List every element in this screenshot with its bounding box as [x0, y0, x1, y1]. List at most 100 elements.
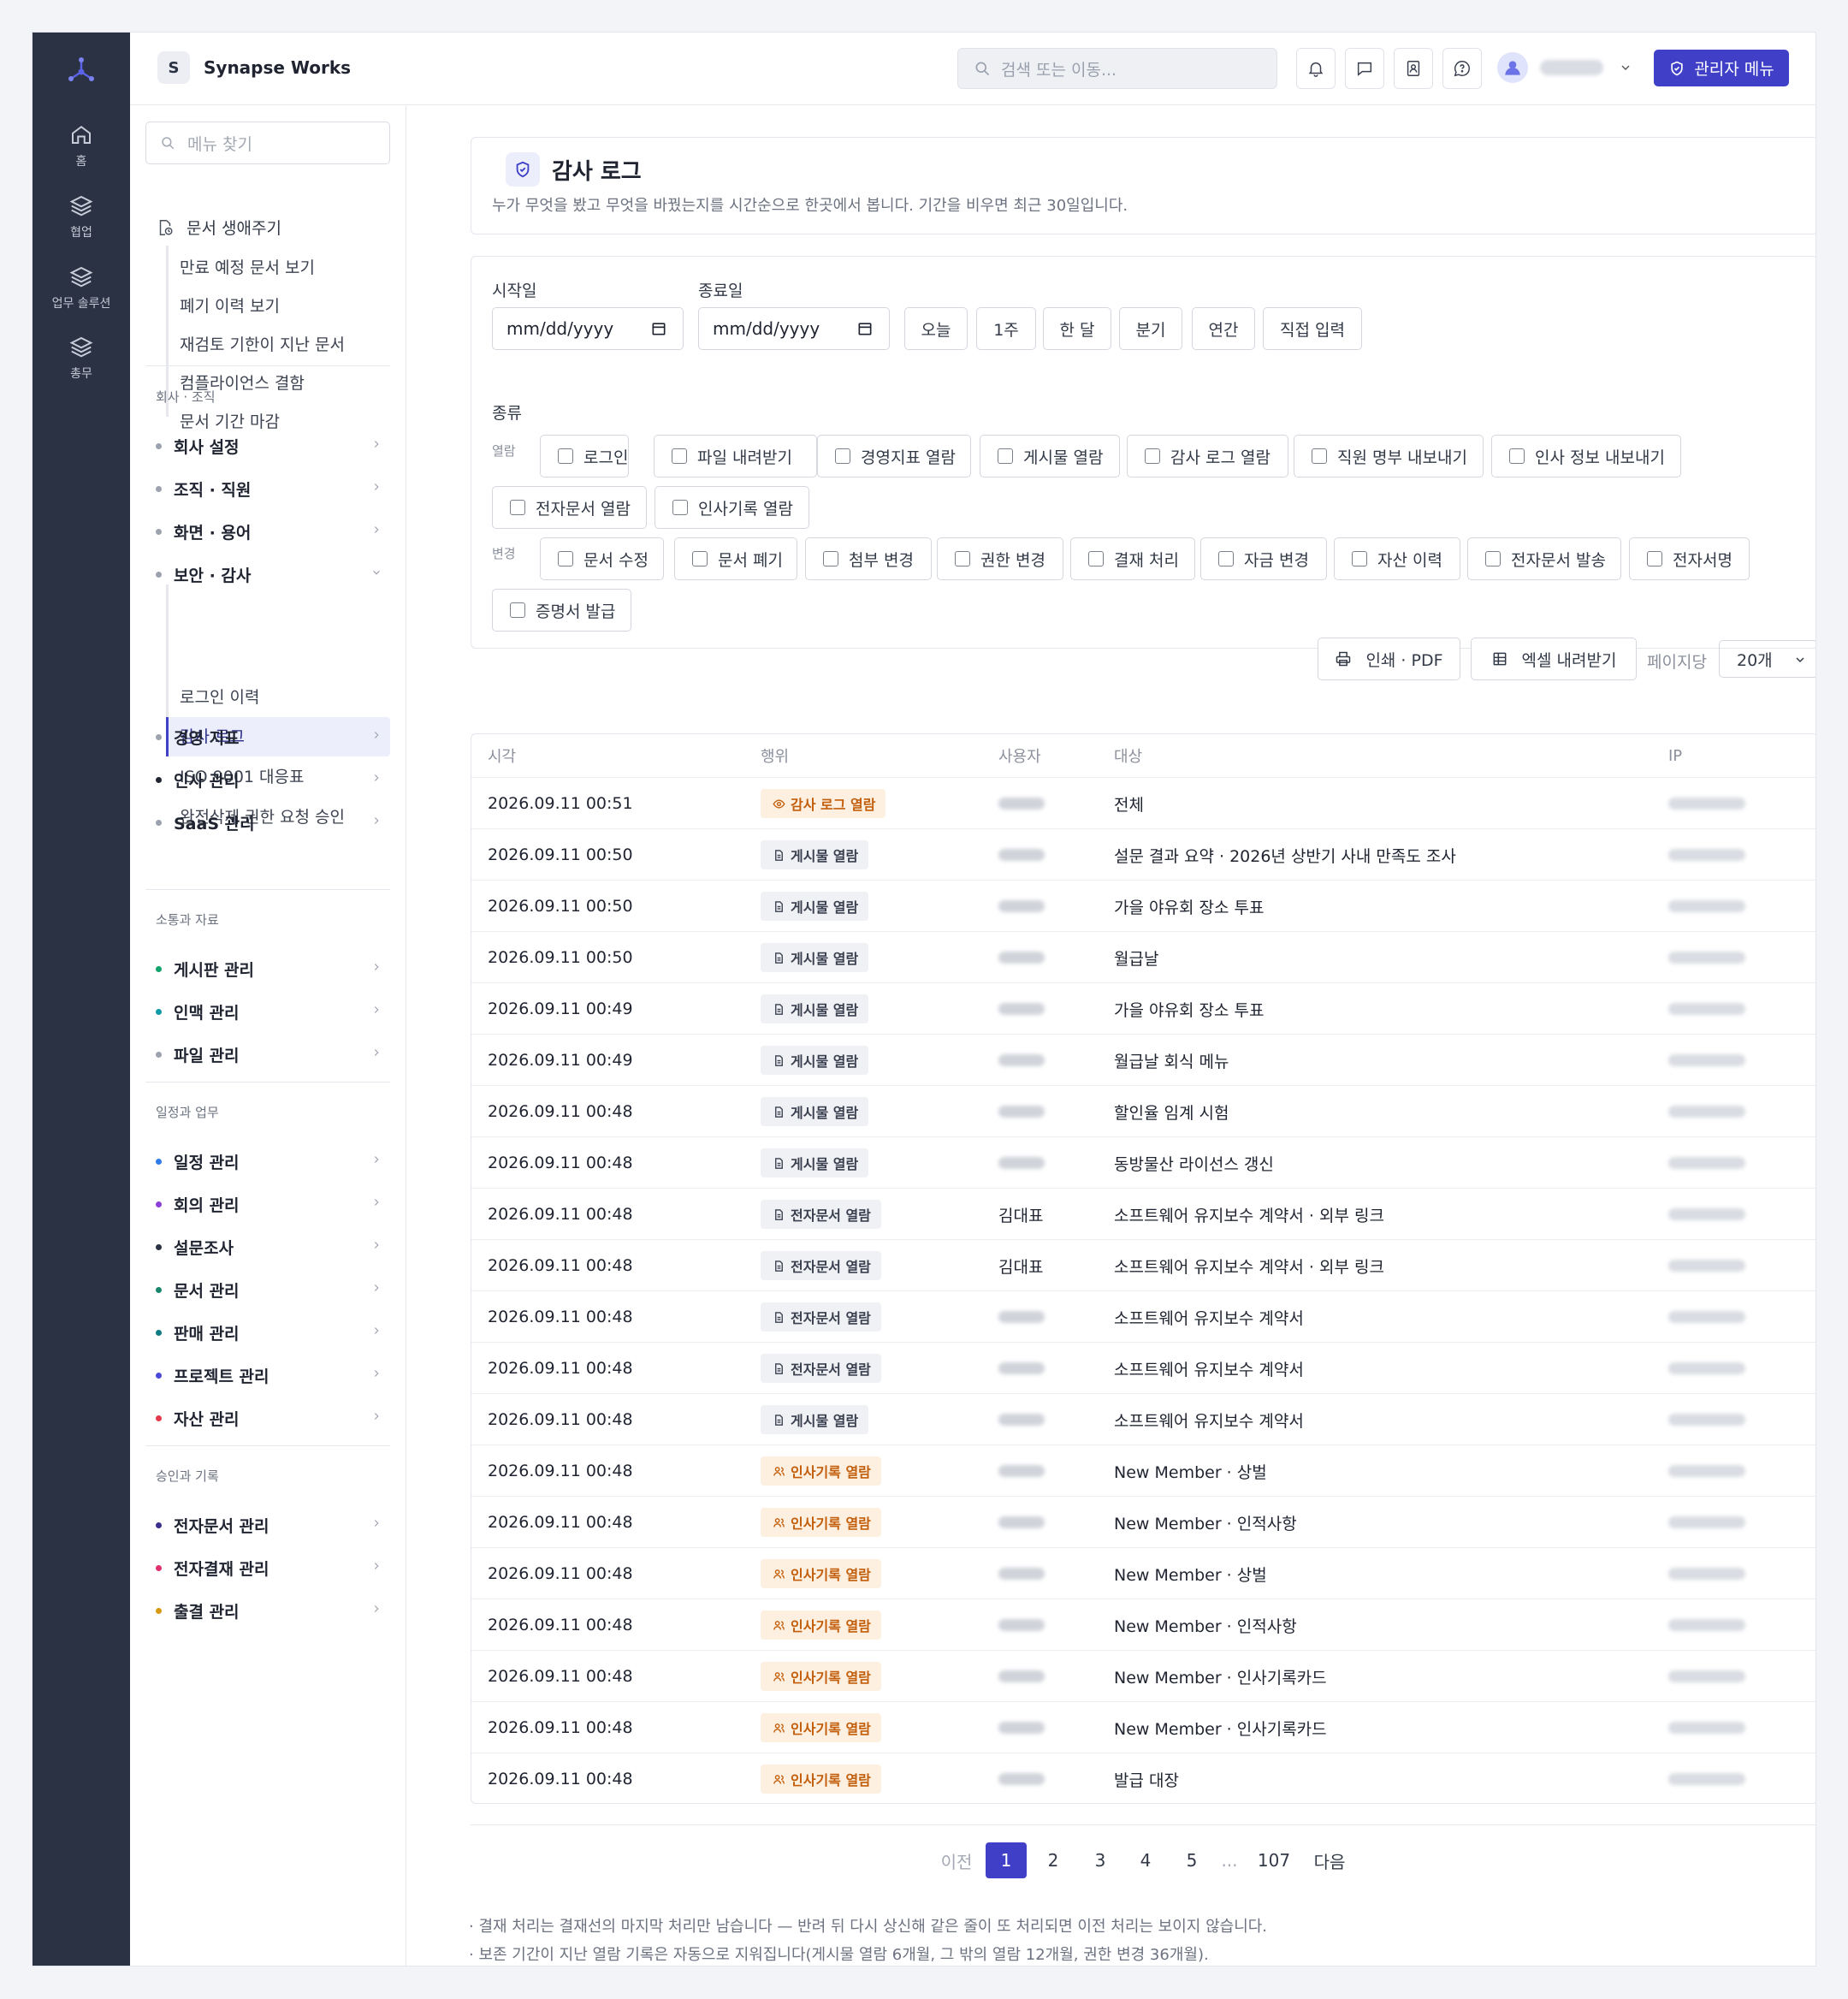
checkbox-box[interactable] — [558, 551, 573, 566]
menu-search-input[interactable]: 메뉴 찾기 — [145, 122, 390, 164]
type-checkbox[interactable]: 권한 변경 — [937, 537, 1063, 580]
next-page-button[interactable]: 다음 — [1304, 1842, 1355, 1878]
type-checkbox[interactable]: 직원 명부 내보내기 — [1294, 435, 1484, 478]
table-row[interactable]: 2026.09.11 00:50 게시물 열람 가을 야유회 장소 투표 — [471, 880, 1815, 931]
sidebar-item[interactable]: 인맥 관리 — [156, 1000, 391, 1023]
checkbox-box[interactable] — [1485, 551, 1501, 566]
checkbox-box[interactable] — [692, 551, 708, 566]
column-header-ip[interactable]: IP — [1668, 734, 1682, 777]
checkbox-box[interactable] — [1088, 551, 1104, 566]
sidebar-item[interactable]: 회의 관리 — [156, 1193, 391, 1216]
checkbox-box[interactable] — [1145, 448, 1160, 464]
table-row[interactable]: 2026.09.11 00:48 인사기록 열람 New Member · 인적사항 — [471, 1496, 1815, 1547]
type-checkbox[interactable]: 전자서명 — [1629, 537, 1750, 580]
messages-button[interactable] — [1345, 48, 1384, 89]
start-date-input[interactable]: mm/dd/yyyy — [492, 307, 684, 350]
page-button[interactable]: 4 — [1125, 1842, 1166, 1878]
checkbox-box[interactable] — [1312, 448, 1327, 464]
table-row[interactable]: 2026.09.11 00:48 전자문서 열람 소프트웨어 유지보수 계약서 — [471, 1290, 1815, 1342]
sidebar-item[interactable]: 프로젝트 관리 — [156, 1364, 391, 1387]
type-checkbox[interactable]: 로그인 — [540, 435, 629, 478]
checkbox-box[interactable] — [955, 551, 970, 566]
type-checkbox[interactable]: 문서 폐기 — [674, 537, 797, 580]
table-row[interactable]: 2026.09.11 00:48 인사기록 열람 New Member · 인사기록… — [471, 1701, 1815, 1753]
sidebar-item[interactable]: 경영 지표 — [156, 726, 391, 749]
table-row[interactable]: 2026.09.11 00:48 인사기록 열람 New Member · 상벌 — [471, 1547, 1815, 1599]
checkbox-box[interactable] — [510, 500, 525, 515]
end-date-input[interactable]: mm/dd/yyyy — [698, 307, 890, 350]
checkbox-box[interactable] — [672, 500, 688, 515]
table-row[interactable]: 2026.09.11 00:48 전자문서 열람 김대표 소프트웨어 유지보수 계약서… — [471, 1188, 1815, 1239]
sidebar-item[interactable]: 보안 · 감사 — [156, 563, 391, 586]
sidebar-item[interactable]: 파일 관리 — [156, 1043, 391, 1066]
range-button[interactable]: 오늘 — [904, 307, 968, 350]
admin-menu-button[interactable]: 관리자 메뉴 — [1654, 50, 1789, 86]
sidebar-subitem[interactable]: 재검토 기한이 지난 문서 — [180, 332, 345, 355]
sidebar-item[interactable]: 화면 · 용어 — [156, 520, 391, 543]
table-row[interactable]: 2026.09.11 00:48 인사기록 열람 New Member · 인사기록… — [471, 1650, 1815, 1701]
contacts-button[interactable] — [1394, 48, 1433, 89]
page-button[interactable]: 5 — [1171, 1842, 1212, 1878]
checkbox-box[interactable] — [672, 448, 687, 464]
type-checkbox[interactable]: 감사 로그 열람 — [1127, 435, 1288, 478]
sidebar-item[interactable]: 게시판 관리 — [156, 958, 391, 981]
sidebar-item[interactable]: 회사 설정 — [156, 435, 391, 458]
type-checkbox[interactable]: 경영지표 열람 — [817, 435, 971, 478]
sidebar-item[interactable]: 자산 관리 — [156, 1407, 391, 1430]
table-row[interactable]: 2026.09.11 00:48 인사기록 열람 발급 대장 — [471, 1753, 1815, 1803]
print-pdf-button[interactable]: 인쇄 · PDF — [1318, 638, 1460, 680]
rail-item-solutions[interactable]: 업무 솔루션 — [33, 264, 130, 311]
brand[interactable]: S Synapse Works — [157, 51, 351, 84]
sidebar-item[interactable]: 판매 관리 — [156, 1321, 391, 1344]
range-button[interactable]: 분기 — [1119, 307, 1182, 350]
column-header-action[interactable]: 행위 — [761, 734, 789, 777]
global-search-input[interactable]: 검색 또는 이동... — [957, 48, 1277, 89]
checkbox-box[interactable] — [558, 448, 573, 464]
per-page-select[interactable]: 20개 — [1719, 640, 1815, 678]
checkbox-box[interactable] — [998, 448, 1013, 464]
page-button[interactable]: 2 — [1033, 1842, 1074, 1878]
table-row[interactable]: 2026.09.11 00:48 게시물 열람 소프트웨어 유지보수 계약서 — [471, 1393, 1815, 1444]
sidebar-item[interactable]: 문서 관리 — [156, 1278, 391, 1302]
sidebar-item[interactable]: 전자결재 관리 — [156, 1557, 391, 1580]
column-header-user[interactable]: 사용자 — [998, 734, 1041, 777]
page-button[interactable]: 107 — [1247, 1842, 1300, 1878]
sidebar-subitem[interactable]: 만료 예정 문서 보기 — [180, 255, 315, 278]
excel-download-button[interactable]: 엑셀 내려받기 — [1471, 638, 1637, 680]
checkbox-box[interactable] — [1647, 551, 1662, 566]
rail-item-collab[interactable]: 협업 — [33, 193, 130, 240]
app-logo-icon[interactable] — [64, 53, 98, 87]
table-row[interactable]: 2026.09.11 00:48 인사기록 열람 New Member · 상벌 — [471, 1444, 1815, 1496]
table-row[interactable]: 2026.09.11 00:50 게시물 열람 월급날 — [471, 931, 1815, 982]
type-checkbox[interactable]: 자금 변경 — [1200, 537, 1327, 580]
notifications-button[interactable] — [1296, 48, 1336, 89]
rail-item-home[interactable]: 홈 — [33, 122, 130, 169]
table-row[interactable]: 2026.09.11 00:49 게시물 열람 월급날 회식 메뉴 — [471, 1034, 1815, 1085]
sidebar-item[interactable]: 설문조사 — [156, 1236, 391, 1259]
sidebar-item[interactable]: 출결 관리 — [156, 1599, 391, 1622]
sidebar-subitem[interactable]: 로그인 이력 — [180, 685, 259, 708]
type-checkbox[interactable]: 파일 내려받기 — [654, 435, 817, 478]
type-checkbox[interactable]: 게시물 열람 — [980, 435, 1120, 478]
range-button[interactable]: 1주 — [976, 307, 1036, 350]
type-checkbox[interactable]: 인사 정보 내보내기 — [1491, 435, 1681, 478]
column-header-target[interactable]: 대상 — [1114, 734, 1142, 777]
type-checkbox[interactable]: 문서 수정 — [540, 537, 664, 580]
rail-item-general-affairs[interactable]: 총무 — [33, 334, 130, 382]
user-menu[interactable] — [1497, 52, 1632, 83]
sidebar-item[interactable]: SaaS 관리 — [156, 811, 391, 834]
table-row[interactable]: 2026.09.11 00:48 인사기록 열람 New Member · 인적사항 — [471, 1599, 1815, 1650]
type-checkbox[interactable]: 인사기록 열람 — [654, 486, 809, 529]
checkbox-box[interactable] — [823, 551, 838, 566]
checkbox-box[interactable] — [1218, 551, 1234, 566]
help-button[interactable] — [1442, 48, 1482, 89]
prev-page-button[interactable]: 이전 — [931, 1842, 982, 1878]
type-checkbox[interactable]: 전자문서 열람 — [492, 486, 647, 529]
table-row[interactable]: 2026.09.11 00:48 전자문서 열람 김대표 소프트웨어 유지보수 계약서… — [471, 1239, 1815, 1290]
type-checkbox[interactable]: 자산 이력 — [1334, 537, 1460, 580]
checkbox-box[interactable] — [510, 602, 525, 618]
table-row[interactable]: 2026.09.11 00:48 게시물 열람 동방물산 라이선스 갱신 — [471, 1136, 1815, 1188]
type-checkbox[interactable]: 첨부 변경 — [805, 537, 932, 580]
type-checkbox[interactable]: 증명서 발급 — [492, 589, 631, 632]
sidebar-item[interactable]: 일정 관리 — [156, 1150, 391, 1173]
